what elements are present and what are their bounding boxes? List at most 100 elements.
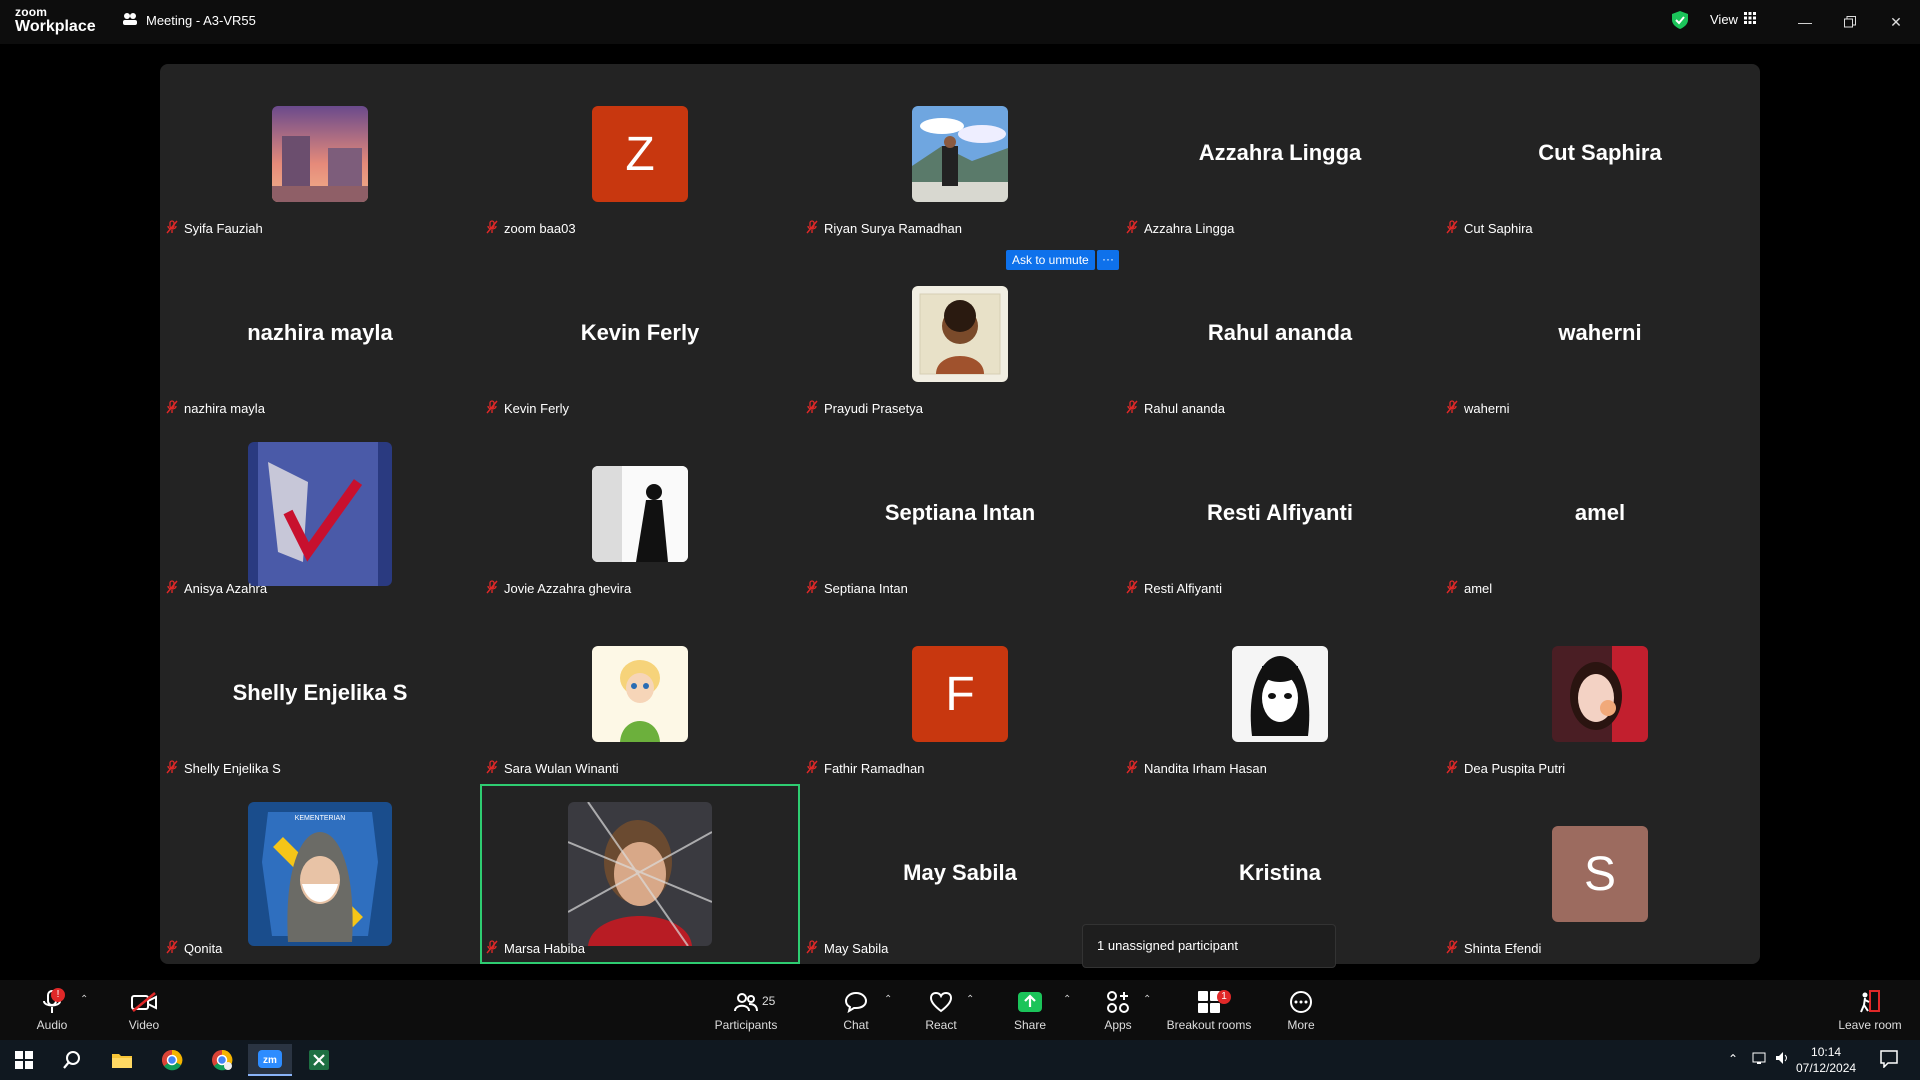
avatar-photo — [248, 442, 392, 586]
apps-options-caret[interactable]: ⌃ — [1143, 994, 1151, 1005]
participant-tile[interactable]: Anisya Azahra — [160, 424, 480, 604]
muted-mic-icon — [166, 759, 178, 777]
muted-mic-icon — [1126, 579, 1138, 597]
avatar-photo — [1232, 646, 1328, 742]
participant-name-label: amel — [1446, 578, 1492, 598]
participant-tile[interactable]: Syifa Fauziah — [160, 64, 480, 244]
muted-mic-icon — [1126, 759, 1138, 777]
participant-name-label: Dea Puspita Putri — [1446, 758, 1565, 778]
participant-tile[interactable]: amel amel — [1440, 424, 1760, 604]
participant-display-name: Resti Alfiyanti — [1207, 500, 1353, 525]
participant-name-label: Sara Wulan Winanti — [486, 758, 619, 778]
participant-tile[interactable]: nazhira mayla nazhira mayla — [160, 244, 480, 424]
participant-tile[interactable]: Dea Puspita Putri — [1440, 604, 1760, 784]
apps-icon — [1068, 988, 1168, 1016]
participant-name-label: Anisya Azahra — [166, 578, 267, 598]
react-options-caret[interactable]: ⌃ — [966, 994, 974, 1005]
participant-display-name: Septiana Intan — [884, 500, 1036, 525]
participant-tile[interactable]: S Shinta Efendi — [1440, 784, 1760, 964]
avatar-photo — [592, 646, 688, 742]
audio-options-caret[interactable]: ⌃ — [80, 994, 88, 1005]
participant-tile[interactable]: Prayudi Prasetya — [800, 244, 1120, 424]
participants-button[interactable]: Participants — [696, 988, 796, 1032]
react-button[interactable]: React — [891, 988, 991, 1032]
notifications-icon[interactable] — [1880, 1050, 1898, 1073]
zoom-taskbar-icon[interactable]: zm — [248, 1044, 292, 1076]
meeting-title[interactable]: Meeting - A3-VR55 — [122, 12, 256, 29]
participant-tile[interactable]: waherni waherni — [1440, 244, 1760, 424]
participant-tile[interactable]: Riyan Surya Ramadhan — [800, 64, 1120, 244]
muted-mic-icon — [1446, 219, 1458, 237]
participant-tile[interactable]: Jovie Azzahra ghevira — [480, 424, 800, 604]
participant-display-name: Shelly Enjelika S — [232, 680, 408, 705]
muted-mic-icon — [1126, 219, 1138, 237]
muted-mic-icon — [806, 939, 818, 957]
participant-display-name: nazhira mayla — [247, 320, 393, 345]
participant-name-label: Shelly Enjelika S — [166, 758, 281, 778]
excel-icon[interactable] — [297, 1044, 341, 1076]
audio-warning-badge: ! — [51, 988, 65, 1002]
participant-name-label: nazhira mayla — [166, 398, 265, 418]
participant-name-label: Septiana Intan — [806, 578, 908, 598]
ask-to-unmute-button[interactable]: Ask to unmute — [1006, 250, 1095, 270]
svg-text:zm: zm — [263, 1055, 277, 1066]
search-icon[interactable] — [50, 1044, 94, 1076]
participant-tile[interactable]: Azzahra Lingga Azzahra Lingga — [1120, 64, 1440, 244]
participant-tile[interactable]: Rahul ananda Rahul ananda — [1120, 244, 1440, 424]
participant-tile[interactable]: Sara Wulan Winanti — [480, 604, 800, 784]
participant-display-name: Cut Saphira — [1538, 140, 1662, 165]
participant-name-label: Jovie Azzahra ghevira — [486, 578, 631, 598]
system-clock[interactable]: 10:14 07/12/2024 — [1796, 1044, 1856, 1076]
participant-tile[interactable]: May Sabila May Sabila — [800, 784, 1120, 964]
video-button[interactable]: Video — [94, 988, 194, 1032]
breakout-rooms-icon — [1159, 988, 1259, 1016]
muted-mic-icon — [486, 759, 498, 777]
muted-mic-icon — [166, 219, 178, 237]
chrome-icon[interactable] — [150, 1044, 194, 1076]
participant-name-label: Cut Saphira — [1446, 218, 1533, 238]
participant-name-label: Riyan Surya Ramadhan — [806, 218, 962, 238]
leave-room-button[interactable]: Leave room — [1820, 988, 1920, 1032]
participant-tile[interactable]: Kevin Ferly Kevin Ferly — [480, 244, 800, 424]
participant-tile[interactable]: Septiana Intan Septiana Intan — [800, 424, 1120, 604]
muted-mic-icon — [1446, 939, 1458, 957]
breakout-rooms-button[interactable]: Breakout rooms — [1159, 988, 1259, 1032]
view-button[interactable]: View — [1710, 12, 1756, 27]
avatar-photo — [912, 106, 1008, 202]
participant-tile[interactable]: KEMENTERIAN Qonita — [160, 784, 480, 964]
participant-tile[interactable]: Zzoom baa03 — [480, 64, 800, 244]
network-icon[interactable] — [1752, 1050, 1768, 1071]
participant-display-name: May Sabila — [903, 860, 1017, 885]
participant-tile[interactable]: Nandita Irham Hasan — [1120, 604, 1440, 784]
participant-name-label: Fathir Ramadhan — [806, 758, 924, 778]
meeting-toolbar: Audio ! ⌃ Video Participants 25 Chat ⌃ R… — [0, 980, 1920, 1040]
participant-tile[interactable]: Shelly Enjelika S Shelly Enjelika S — [160, 604, 480, 784]
participant-tile[interactable]: Cut Saphira Cut Saphira — [1440, 64, 1760, 244]
avatar: Z — [592, 106, 688, 202]
avatar-photo — [592, 466, 688, 562]
avatar: F — [912, 646, 1008, 742]
participant-tile[interactable]: F Fathir Ramadhan — [800, 604, 1120, 784]
muted-mic-icon — [1446, 399, 1458, 417]
avatar-photo — [568, 802, 712, 946]
participant-tile[interactable]: Marsa Habiba — [480, 784, 800, 964]
volume-icon[interactable] — [1774, 1050, 1790, 1071]
file-explorer-icon[interactable] — [100, 1044, 144, 1076]
windows-start-icon[interactable] — [2, 1044, 46, 1076]
muted-mic-icon — [1126, 399, 1138, 417]
chrome-profile-icon[interactable] — [200, 1044, 244, 1076]
leave-door-icon — [1820, 988, 1920, 1016]
show-hidden-icons-chevron[interactable]: ⌃ — [1728, 1052, 1738, 1066]
more-button[interactable]: More — [1251, 988, 1351, 1032]
close-icon[interactable]: ✕ — [1884, 10, 1908, 34]
minimize-icon[interactable]: — — [1793, 10, 1817, 34]
participant-name-label: Marsa Habiba — [486, 938, 585, 958]
avatar-photo — [272, 106, 368, 202]
participant-tile[interactable]: Resti Alfiyanti Resti Alfiyanti — [1120, 424, 1440, 604]
video-gallery: Syifa Fauziah Zzoom baa03 Riyan Surya Rama… — [160, 64, 1760, 964]
apps-button[interactable]: Apps — [1068, 988, 1168, 1032]
restore-icon[interactable] — [1838, 10, 1862, 34]
participant-display-name: Rahul ananda — [1207, 320, 1353, 345]
security-shield-icon[interactable] — [1672, 11, 1688, 29]
more-options-button[interactable]: ··· — [1097, 250, 1119, 270]
